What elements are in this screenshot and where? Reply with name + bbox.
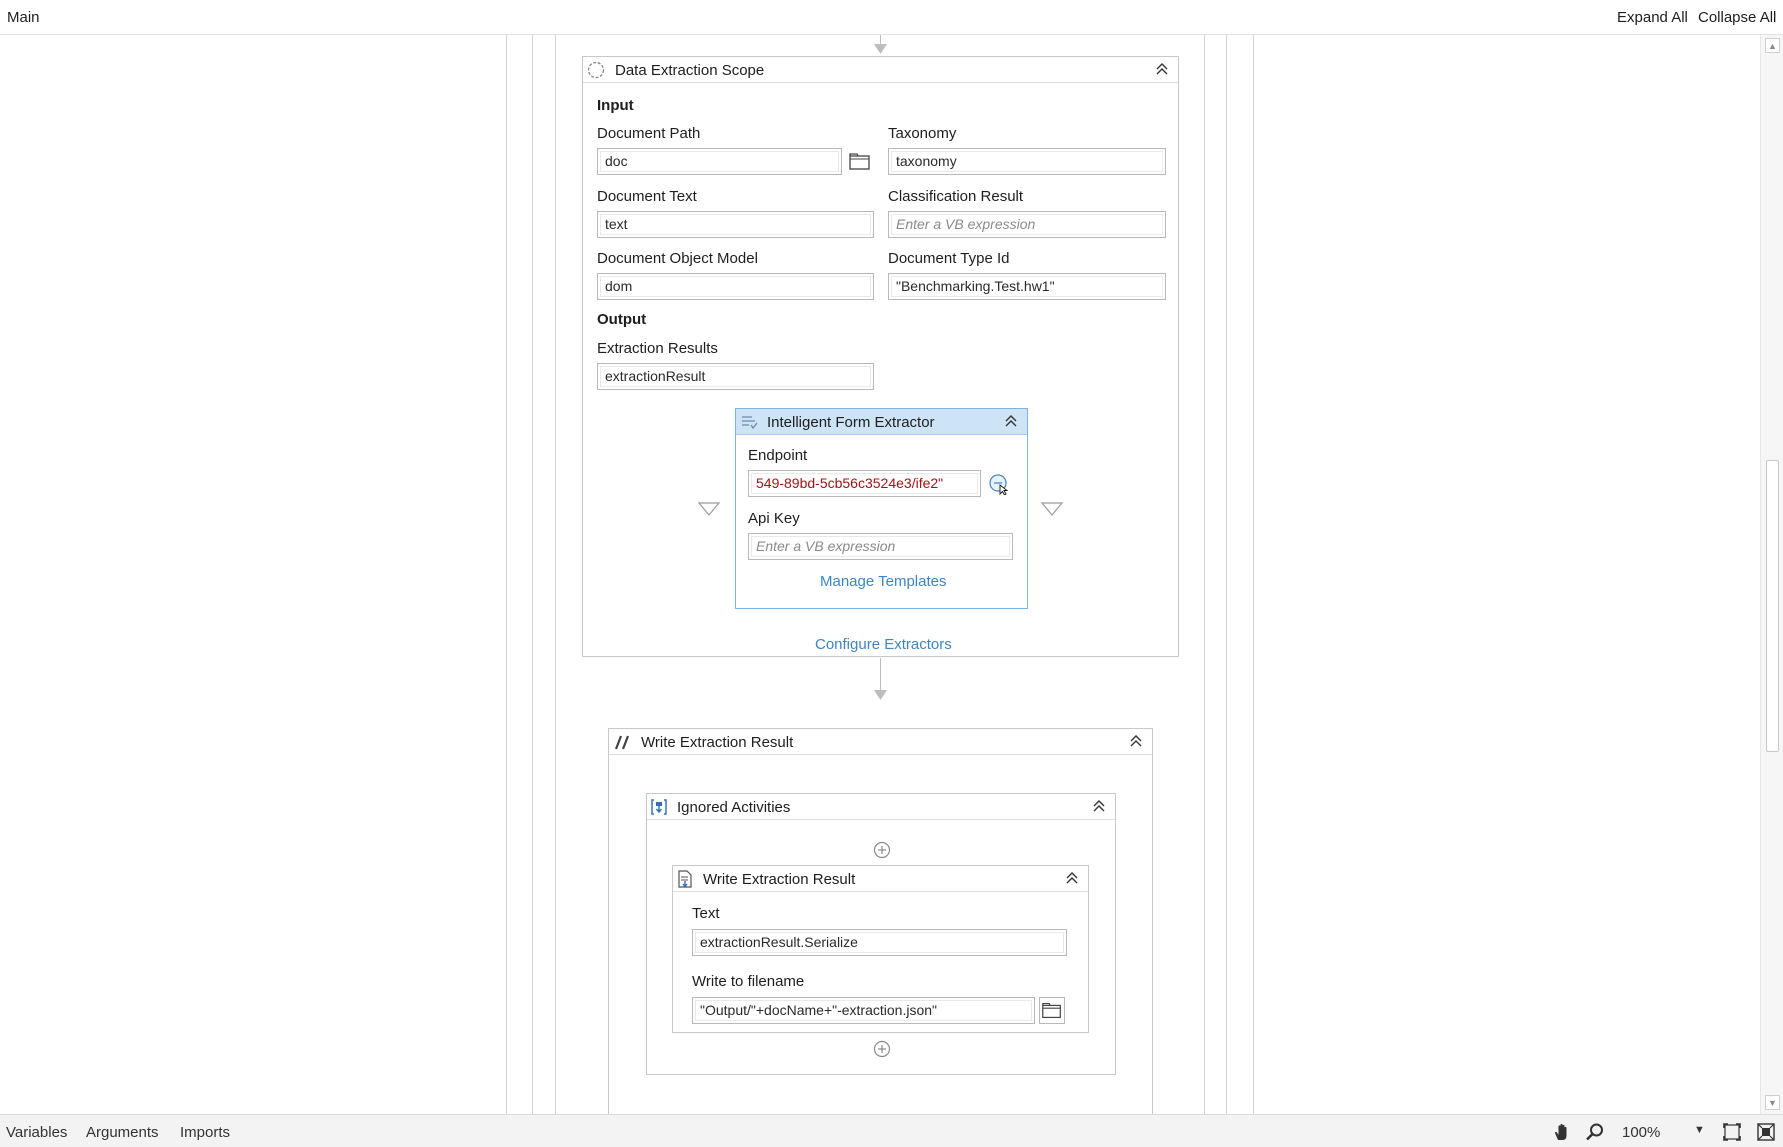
input-section-header: Input	[597, 97, 634, 114]
classification-result-label: Classification Result	[888, 188, 1024, 205]
ignored-header[interactable]: Ignored Activities	[647, 794, 1115, 820]
add-activity-icon[interactable]	[873, 1040, 891, 1058]
scroll-down-icon[interactable]: ▼	[1765, 1095, 1780, 1110]
output-section-header: Output	[597, 311, 647, 328]
scope-header[interactable]: Data Extraction Scope	[583, 57, 1178, 83]
sequence-border	[555, 35, 556, 1114]
drop-target-icon[interactable]	[1041, 502, 1063, 516]
flow-arrow-icon	[874, 690, 887, 700]
document-text-label: Document Text	[597, 188, 697, 205]
extractor-title: Intelligent Form Extractor	[767, 414, 935, 431]
drop-target-icon[interactable]	[698, 502, 720, 516]
api-key-input[interactable]: Enter a VB expression	[748, 533, 1013, 560]
write-extraction-result-inner[interactable]: Write Extraction Result Text extractionR…	[672, 865, 1089, 1033]
fit-to-screen-icon[interactable]	[1722, 1122, 1742, 1142]
designer-toolbar: Main Expand All Collapse All	[0, 0, 1783, 35]
imports-tab[interactable]: Imports	[180, 1124, 230, 1141]
write-outer-title: Write Extraction Result	[641, 734, 794, 751]
taxonomy-input[interactable]: taxonomy	[888, 148, 1166, 175]
sequence-border	[1253, 35, 1254, 1114]
ignored-title: Ignored Activities	[677, 799, 791, 816]
document-type-id-label: Document Type Id	[888, 250, 1010, 267]
search-icon[interactable]	[1585, 1122, 1605, 1142]
folder-icon[interactable]	[1039, 997, 1065, 1024]
api-key-label: Api Key	[748, 510, 800, 527]
write-inner-title: Write Extraction Result	[703, 871, 856, 888]
collapse-icon[interactable]	[1064, 870, 1080, 886]
scope-title: Data Extraction Scope	[615, 62, 765, 79]
collapse-icon[interactable]	[1154, 61, 1170, 77]
add-activity-icon[interactable]	[873, 841, 891, 859]
endpoint-options-icon[interactable]	[988, 473, 1010, 495]
document-path-input[interactable]: doc	[597, 148, 842, 175]
document-object-model-input[interactable]: dom	[597, 273, 874, 300]
sequence-border	[1226, 35, 1227, 1114]
breadcrumb[interactable]: Main	[7, 9, 40, 26]
document-type-id-input[interactable]: "Benchmarking.Test.hw1"	[888, 273, 1166, 300]
designer-canvas[interactable]: Data Extraction Scope Input Document Pat…	[0, 35, 1760, 1114]
ignored-activities[interactable]: Ignored Activities Write Extraction Resu…	[646, 793, 1116, 1075]
expand-all-button[interactable]: Expand All	[1617, 9, 1688, 26]
chevron-down-icon[interactable]: ▼	[1694, 1124, 1705, 1136]
sequence-border	[506, 35, 507, 1114]
sequence-border	[532, 35, 533, 1114]
write-inner-header[interactable]: Write Extraction Result	[673, 866, 1088, 892]
scope-icon	[587, 61, 605, 79]
text-label: Text	[692, 905, 720, 922]
flow-arrow-icon	[874, 44, 887, 54]
comment-out-icon	[614, 735, 630, 750]
collapse-icon[interactable]	[1128, 733, 1144, 749]
write-outer-header[interactable]: Write Extraction Result	[609, 729, 1152, 755]
sequence-icon	[651, 799, 667, 815]
collapse-icon[interactable]	[1091, 798, 1107, 814]
data-extraction-scope[interactable]: Data Extraction Scope Input Document Pat…	[582, 56, 1179, 657]
write-to-filename-input[interactable]: "Output/"+docName+"-extraction.json"	[692, 997, 1035, 1024]
intelligent-form-extractor[interactable]: Intelligent Form Extractor Endpoint 549-…	[735, 408, 1028, 609]
sequence-border	[1204, 35, 1205, 1114]
arguments-tab[interactable]: Arguments	[86, 1124, 159, 1141]
overview-icon[interactable]	[1756, 1122, 1776, 1142]
vertical-scrollbar[interactable]: ▲ ▼	[1760, 35, 1783, 1114]
classification-result-input[interactable]: Enter a VB expression	[888, 211, 1166, 238]
document-object-model-label: Document Object Model	[597, 250, 758, 267]
zoom-level[interactable]: 100%	[1622, 1124, 1660, 1141]
write-to-filename-label: Write to filename	[692, 973, 805, 990]
taxonomy-label: Taxonomy	[888, 125, 957, 142]
designer-statusbar: Variables Arguments Imports 100% ▼	[0, 1114, 1783, 1147]
write-file-icon	[678, 870, 692, 888]
scrollbar-thumb[interactable]	[1766, 460, 1779, 752]
hand-icon[interactable]	[1552, 1122, 1572, 1142]
collapse-icon[interactable]	[1003, 413, 1019, 429]
endpoint-label: Endpoint	[748, 447, 808, 464]
endpoint-input[interactable]: 549-89bd-5cb56c3524e3/ife2"	[748, 470, 981, 497]
flow-connector	[880, 658, 881, 693]
text-input[interactable]: extractionResult.Serialize	[692, 929, 1067, 956]
document-path-label: Document Path	[597, 125, 701, 142]
form-extractor-icon	[742, 416, 758, 430]
extraction-results-input[interactable]: extractionResult	[597, 363, 874, 390]
configure-extractors-link[interactable]: Configure Extractors	[815, 636, 952, 653]
scroll-up-icon[interactable]: ▲	[1765, 38, 1780, 53]
collapse-all-button[interactable]: Collapse All	[1698, 9, 1776, 26]
write-extraction-result-outer[interactable]: Write Extraction Result Ignored Activiti…	[608, 728, 1153, 1114]
extractor-header[interactable]: Intelligent Form Extractor	[736, 409, 1027, 435]
variables-tab[interactable]: Variables	[6, 1124, 67, 1141]
document-text-input[interactable]: text	[597, 211, 874, 238]
manage-templates-link[interactable]: Manage Templates	[820, 573, 946, 590]
folder-icon[interactable]	[847, 148, 873, 175]
extraction-results-label: Extraction Results	[597, 340, 718, 357]
